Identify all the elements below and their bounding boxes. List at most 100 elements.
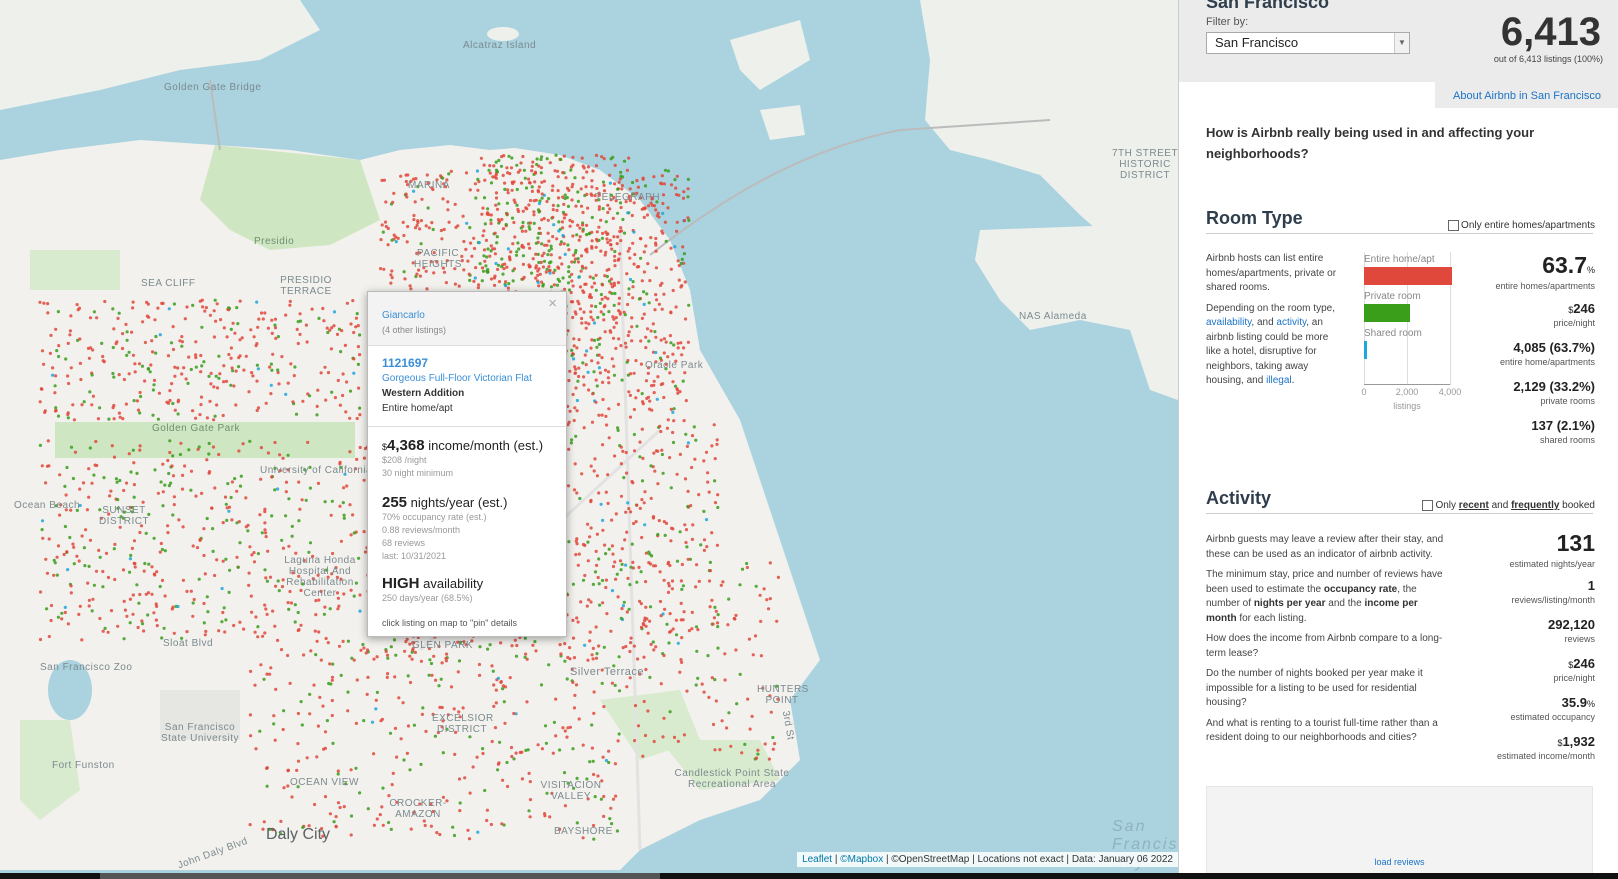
listing-dot[interactable] [111,345,115,350]
listing-dot[interactable] [567,447,571,451]
listing-dot[interactable] [605,423,609,427]
listing-dot[interactable] [358,445,362,450]
listing-dot[interactable] [276,335,280,339]
listing-dot[interactable] [78,361,82,365]
listing-dot[interactable] [286,769,290,773]
listing-dot[interactable] [108,494,112,498]
listing-dot[interactable] [592,772,596,777]
listing-dot[interactable] [457,284,461,288]
listing-dot[interactable] [351,299,355,303]
listing-dot[interactable] [60,611,64,615]
listing-dot[interactable] [286,381,290,385]
listing-dot[interactable] [468,188,472,192]
listing-dot[interactable] [103,626,107,631]
listing-dot[interactable] [594,237,599,241]
listing-dot[interactable] [678,670,682,674]
listing-dot[interactable] [46,439,50,443]
listing-dot[interactable] [574,204,578,208]
listing-dot[interactable] [362,530,366,534]
listing-dot[interactable] [563,729,567,733]
listing-dot[interactable] [124,322,128,326]
listing-dot[interactable] [520,245,524,249]
listing-dot[interactable] [623,538,627,542]
listing-dot[interactable] [590,338,594,342]
listing-dot[interactable] [215,403,219,407]
listing-dot[interactable] [160,578,165,583]
listing-dot[interactable] [467,837,472,841]
listing-dot[interactable] [601,518,605,523]
listing-dot[interactable] [608,329,612,333]
listing-dot[interactable] [489,218,493,222]
listing-dot[interactable] [690,627,694,631]
listing-dot[interactable] [536,190,541,194]
listing-dot[interactable] [228,568,232,572]
listing-dot[interactable] [666,169,671,173]
listing-dot[interactable] [581,176,585,180]
listing-dot[interactable] [389,645,393,649]
listing-dot[interactable] [670,587,675,591]
listing-dot[interactable] [629,636,633,640]
listing-dot[interactable] [594,153,599,157]
listing-dot[interactable] [576,563,580,567]
listing-dot[interactable] [613,560,617,564]
listing-dot[interactable] [504,280,508,284]
listing-dot[interactable] [356,362,360,366]
listing-dot[interactable] [556,277,560,281]
listing-dot[interactable] [295,327,299,331]
listing-dot[interactable] [78,604,82,608]
listing-dot[interactable] [473,276,477,280]
listing-dot[interactable] [537,210,541,214]
listing-dot[interactable] [659,682,663,686]
listing-dot[interactable] [561,210,566,214]
listing-dot[interactable] [624,345,628,349]
listing-dot[interactable] [161,504,165,508]
listing-dot[interactable] [326,371,331,375]
listing-dot[interactable] [156,491,160,495]
listing-dot[interactable] [713,678,717,682]
listing-dot[interactable] [121,568,126,572]
listing-dot[interactable] [215,302,219,306]
listing-dot[interactable] [661,382,665,386]
listing-dot[interactable] [572,344,576,348]
listing-dot[interactable] [631,560,635,565]
listing-dot[interactable] [270,514,274,518]
listing-dot[interactable] [115,480,119,484]
listing-dot[interactable] [485,818,489,823]
listing-dot[interactable] [702,509,706,513]
listing-dot[interactable] [581,542,586,547]
listing-dot[interactable] [642,699,646,704]
listing-dot[interactable] [614,346,618,350]
listing-dot[interactable] [740,567,745,571]
listing-dot[interactable] [771,747,775,751]
listing-dot[interactable] [551,751,555,755]
listing-dot[interactable] [289,362,293,366]
listing-dot[interactable] [408,680,413,685]
listing-dot[interactable] [625,685,629,689]
listing-dot[interactable] [390,269,394,273]
listing-dot[interactable] [402,233,406,238]
listing-dot[interactable] [575,409,579,413]
listing-dot[interactable] [665,426,670,430]
listing-dot[interactable] [603,330,607,334]
listing-dot[interactable] [639,570,643,574]
listing-dot[interactable] [527,809,531,813]
listing-dot[interactable] [552,720,557,725]
listing-dot[interactable] [286,453,290,457]
listing-dot[interactable] [437,684,441,688]
listing-dot[interactable] [339,350,343,354]
listing-dot[interactable] [423,823,427,828]
listing-dot[interactable] [150,339,154,343]
listing-dot[interactable] [610,681,615,685]
listing-dot[interactable] [552,283,557,287]
listing-dot[interactable] [493,726,498,730]
listing-dot[interactable] [534,241,538,245]
listing-dot[interactable] [713,457,717,461]
listing-dot[interactable] [241,442,245,446]
listing-dot[interactable] [316,724,320,728]
listing-dot[interactable] [555,169,560,173]
listing-dot[interactable] [38,300,42,304]
listing-dot[interactable] [615,829,620,833]
listing-dot[interactable] [166,354,171,358]
listing-dot[interactable] [454,225,458,229]
listing-dot[interactable] [87,604,91,608]
